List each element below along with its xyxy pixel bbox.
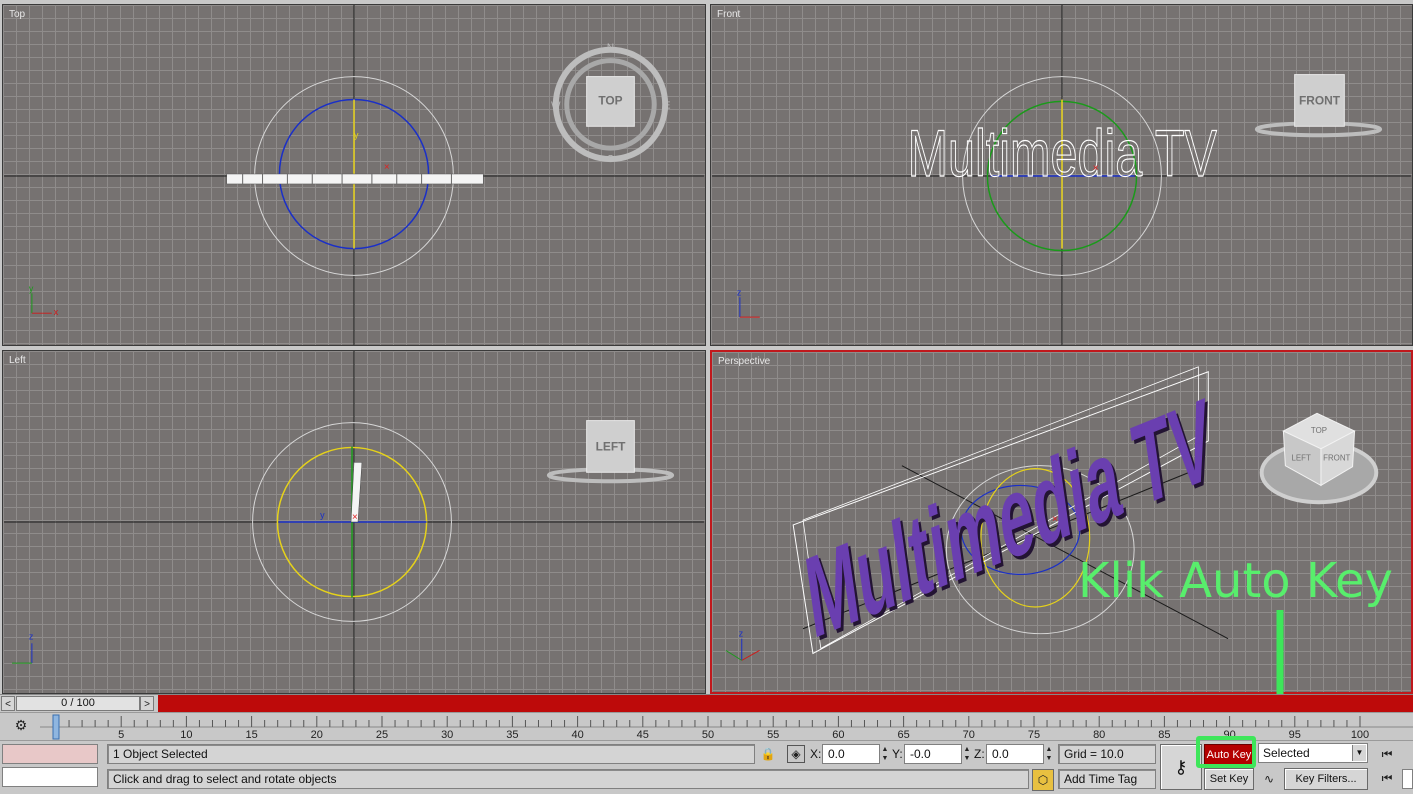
svg-text:TOP: TOP [598, 93, 622, 107]
svg-text:N: N [607, 43, 614, 54]
svg-text:×: × [1093, 163, 1099, 174]
axis-tripod-top: y x [29, 283, 59, 317]
svg-text:z: z [739, 629, 743, 639]
y-label: Y: [892, 747, 903, 761]
svg-text:×: × [352, 512, 358, 523]
key-icon[interactable]: ⚷ [1160, 744, 1202, 790]
auto-key-button[interactable]: Auto Key [1204, 744, 1254, 766]
time-slider-frame[interactable]: 0 / 100 [16, 696, 140, 711]
goto-start-icon[interactable]: ⏮ [1376, 745, 1398, 763]
time-tag-icon[interactable]: ⬡ [1032, 769, 1054, 791]
maxscript-listener-top[interactable] [2, 744, 98, 764]
chevron-down-icon[interactable]: ▼ [1352, 745, 1366, 761]
y-field[interactable]: -0.0 [904, 744, 962, 764]
svg-text:FRONT: FRONT [1299, 93, 1341, 107]
perspective-3d-text: Multimedia TV Multimedia TV [799, 373, 1223, 666]
svg-text:TOP: TOP [1311, 426, 1327, 435]
axis-tripod-front: z [737, 287, 760, 318]
svg-text:y: y [29, 283, 34, 293]
svg-text:z: z [29, 631, 34, 641]
prompt-line: Click and drag to select and rotate obje… [107, 769, 1029, 789]
svg-text:E: E [664, 100, 671, 111]
z-field[interactable]: 0.0 [986, 744, 1044, 764]
trackbar[interactable]: 0510152025303540455055606570758085909510… [0, 712, 1413, 741]
time-slider-track[interactable] [158, 695, 1413, 713]
viewcube-left[interactable]: LEFT [546, 420, 675, 484]
x-spinner[interactable]: ▲ ▼ [881, 745, 889, 763]
z-spinner[interactable]: ▲ ▼ [1045, 745, 1053, 763]
current-frame-field[interactable] [1402, 769, 1413, 789]
svg-text:z: z [737, 287, 742, 297]
key-filter-dropdown[interactable]: Selected ▼ [1258, 743, 1368, 763]
x-field[interactable]: 0.0 [822, 744, 880, 764]
previous-key-icon[interactable]: ⏮ [1376, 769, 1398, 787]
curve-editor-icon[interactable]: ⚙ [10, 717, 32, 735]
x-label: X: [810, 747, 822, 761]
svg-text:Multimedia TV: Multimedia TV [799, 373, 1220, 663]
current-time-marker[interactable] [52, 714, 60, 740]
y-spinner[interactable]: ▲ ▼ [963, 745, 971, 763]
viewport-top[interactable]: Top × y TOP N S E W y x [2, 4, 706, 346]
key-mode-icon[interactable]: ∿ [1258, 768, 1280, 790]
key-filters-button[interactable]: Key Filters... [1284, 768, 1368, 790]
maxscript-listener-bottom[interactable] [2, 767, 98, 787]
left-view-scene: × y LEFT z [4, 351, 704, 693]
status-bar: 1 Object Selected Click and drag to sele… [0, 740, 1413, 794]
svg-text:y: y [320, 510, 325, 520]
time-slider-prev[interactable]: < [1, 696, 15, 711]
add-time-tag[interactable]: Add Time Tag [1058, 769, 1156, 789]
svg-text:FRONT: FRONT [1323, 454, 1350, 463]
viewport-left[interactable]: Left × y LEFT z [2, 350, 706, 694]
axis-tripod-perspective: z [725, 629, 760, 661]
viewcube-top[interactable]: TOP N S E W [551, 43, 671, 165]
svg-text:×: × [384, 162, 390, 173]
svg-text:LEFT: LEFT [1292, 454, 1311, 463]
tutorial-annotation: Klik Auto Key [1078, 553, 1393, 609]
lock-icon[interactable]: 🔒 [760, 745, 776, 763]
set-key-button[interactable]: Set Key [1204, 768, 1254, 790]
time-slider[interactable]: < 0 / 100 > [0, 694, 1413, 713]
svg-text:W: W [551, 100, 561, 111]
viewport-front[interactable]: Front Multimedia TV × FRONT z [710, 4, 1413, 346]
top-view-scene: × y TOP N S E W y x [4, 5, 704, 345]
svg-text:x: x [54, 307, 59, 317]
3dsmax-window: Top × y TOP N S E W y x Front Multimedia… [0, 0, 1413, 794]
absolute-mode-icon[interactable]: ◈ [787, 745, 805, 763]
svg-text:S: S [607, 154, 614, 165]
viewcube-perspective[interactable]: TOP LEFT FRONT [1259, 412, 1379, 505]
time-slider-next[interactable]: > [140, 696, 154, 711]
viewcube-front[interactable]: FRONT [1254, 74, 1383, 138]
key-filter-value: Selected [1263, 746, 1310, 760]
svg-text:×: × [1052, 514, 1058, 525]
trackbar-ruler[interactable]: 0510152025303540455055606570758085909510… [0, 713, 1413, 741]
front-text-outline: Multimedia TV [908, 118, 1218, 191]
z-label: Z: [974, 747, 985, 761]
selection-status: 1 Object Selected [107, 744, 755, 764]
axis-tripod-left: z [11, 631, 34, 664]
svg-text:LEFT: LEFT [596, 439, 627, 453]
top-gizmo-y-label: y [354, 130, 359, 140]
front-view-scene: Multimedia TV × FRONT z [712, 5, 1411, 345]
grid-size: Grid = 10.0 [1058, 744, 1156, 764]
